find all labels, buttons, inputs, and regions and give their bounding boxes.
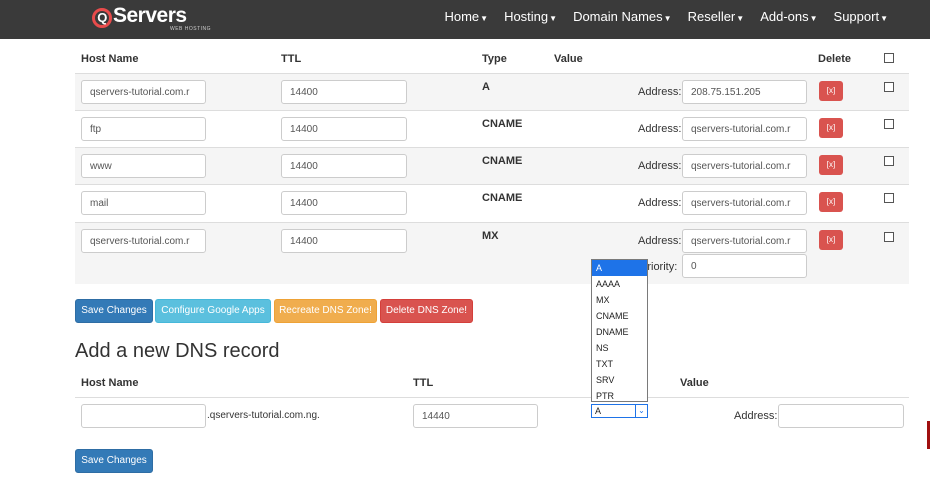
top-navbar: Q Servers WEB HOSTING Home▼ Hosting▼ Doma…: [0, 0, 930, 39]
record-type: MX: [482, 230, 499, 242]
nav-home[interactable]: Home▼: [436, 0, 496, 39]
type-option-ptr[interactable]: PTR: [592, 388, 647, 404]
address-input[interactable]: qservers-tutorial.com.r: [682, 117, 807, 141]
type-option-cname[interactable]: CNAME: [592, 308, 647, 324]
delete-dns-zone-button[interactable]: Delete DNS Zone!: [380, 299, 473, 323]
type-option-a[interactable]: A: [592, 260, 647, 276]
address-input[interactable]: 208.75.151.205: [682, 80, 807, 104]
nav-add-ons[interactable]: Add-ons▼: [752, 0, 825, 39]
col-header-host: Host Name: [81, 53, 139, 65]
type-option-srv[interactable]: SRV: [592, 372, 647, 388]
new-ttl-input[interactable]: 14440: [413, 404, 538, 428]
ttl-input[interactable]: 14400: [281, 154, 407, 178]
type-option-txt[interactable]: TXT: [592, 356, 647, 372]
type-option-ns[interactable]: NS: [592, 340, 647, 356]
ttl-input[interactable]: 14400: [281, 191, 407, 215]
col-header-type: Type: [482, 53, 507, 65]
nav-reseller[interactable]: Reseller▼: [680, 0, 753, 39]
ttl-input[interactable]: 14400: [281, 117, 407, 141]
delete-record-button[interactable]: [x]: [819, 230, 843, 250]
record-type: CNAME: [482, 155, 523, 167]
add-record-save-button[interactable]: Save Changes: [75, 449, 153, 473]
divider: [75, 397, 909, 398]
host-input[interactable]: mail: [81, 191, 206, 215]
ttl-input[interactable]: 14400: [281, 229, 407, 253]
record-type: CNAME: [482, 192, 523, 204]
qservers-logo[interactable]: Q Servers WEB HOSTING: [92, 4, 211, 34]
host-input[interactable]: qservers-tutorial.com.r: [81, 80, 206, 104]
caret-down-icon: ▼: [809, 14, 818, 23]
select-all-checkbox[interactable]: [884, 53, 894, 63]
col-header-value: Value: [554, 53, 583, 65]
host-input[interactable]: ftp: [81, 117, 206, 141]
delete-record-button[interactable]: [x]: [819, 192, 843, 212]
host-input[interactable]: www: [81, 154, 206, 178]
new-address-input[interactable]: [778, 404, 904, 428]
new-col-header-ttl: TTL: [413, 377, 434, 389]
type-option-aaaa[interactable]: AAAA: [592, 276, 647, 292]
type-option-mx[interactable]: MX: [592, 292, 647, 308]
new-col-header-host: Host Name: [81, 377, 139, 389]
record-type: CNAME: [482, 118, 523, 130]
delete-record-button[interactable]: [x]: [819, 118, 843, 138]
new-host-input[interactable]: [81, 404, 206, 428]
address-label: Address:: [638, 86, 682, 98]
delete-record-button[interactable]: [x]: [819, 81, 843, 101]
caret-down-icon: ▼: [736, 14, 745, 23]
address-label: Address:: [638, 123, 682, 135]
row-checkbox[interactable]: [884, 119, 894, 129]
chevron-down-icon: ⌄: [635, 405, 647, 417]
save-changes-button[interactable]: Save Changes: [75, 299, 153, 323]
domain-suffix: .qservers-tutorial.com.ng.: [207, 410, 320, 421]
new-address-label: Address:: [734, 410, 778, 422]
record-type-select[interactable]: A ⌄: [591, 404, 648, 418]
row-checkbox[interactable]: [884, 82, 894, 92]
host-input[interactable]: qservers-tutorial.com.r: [81, 229, 206, 253]
nav-support[interactable]: Support▼: [826, 0, 896, 39]
caret-down-icon: ▼: [480, 14, 489, 23]
row-checkbox[interactable]: [884, 193, 894, 203]
col-header-delete: Delete: [818, 53, 852, 65]
row-checkbox[interactable]: [884, 156, 894, 166]
new-col-header-value: Value: [680, 377, 709, 389]
record-type-dropdown: A AAAA MX CNAME DNAME NS TXT SRV PTR: [591, 259, 648, 402]
address-input[interactable]: qservers-tutorial.com.r: [682, 229, 807, 253]
address-input[interactable]: qservers-tutorial.com.r: [682, 191, 807, 215]
nav-domain-names[interactable]: Domain Names▼: [565, 0, 680, 39]
address-label: Address:: [638, 235, 682, 247]
nav-hosting[interactable]: Hosting▼: [496, 0, 565, 39]
address-label: Address:: [638, 197, 682, 209]
address-label: Address:: [638, 160, 682, 172]
record-type: A: [482, 81, 490, 93]
caret-down-icon: ▼: [663, 14, 672, 23]
caret-down-icon: ▼: [880, 14, 888, 23]
address-input[interactable]: qservers-tutorial.com.r: [682, 154, 807, 178]
recreate-dns-zone-button[interactable]: Recreate DNS Zone!: [274, 299, 377, 323]
priority-input[interactable]: 0: [682, 254, 807, 278]
ttl-input[interactable]: 14400: [281, 80, 407, 104]
main-nav: Home▼ Hosting▼ Domain Names▼ Reseller▼ A…: [436, 0, 896, 39]
configure-google-apps-button[interactable]: Configure Google Apps: [155, 299, 271, 323]
add-record-title: Add a new DNS record: [75, 340, 280, 362]
col-header-ttl: TTL: [281, 53, 302, 65]
row-checkbox[interactable]: [884, 232, 894, 242]
type-option-dname[interactable]: DNAME: [592, 324, 647, 340]
caret-down-icon: ▼: [549, 14, 558, 23]
delete-record-button[interactable]: [x]: [819, 155, 843, 175]
